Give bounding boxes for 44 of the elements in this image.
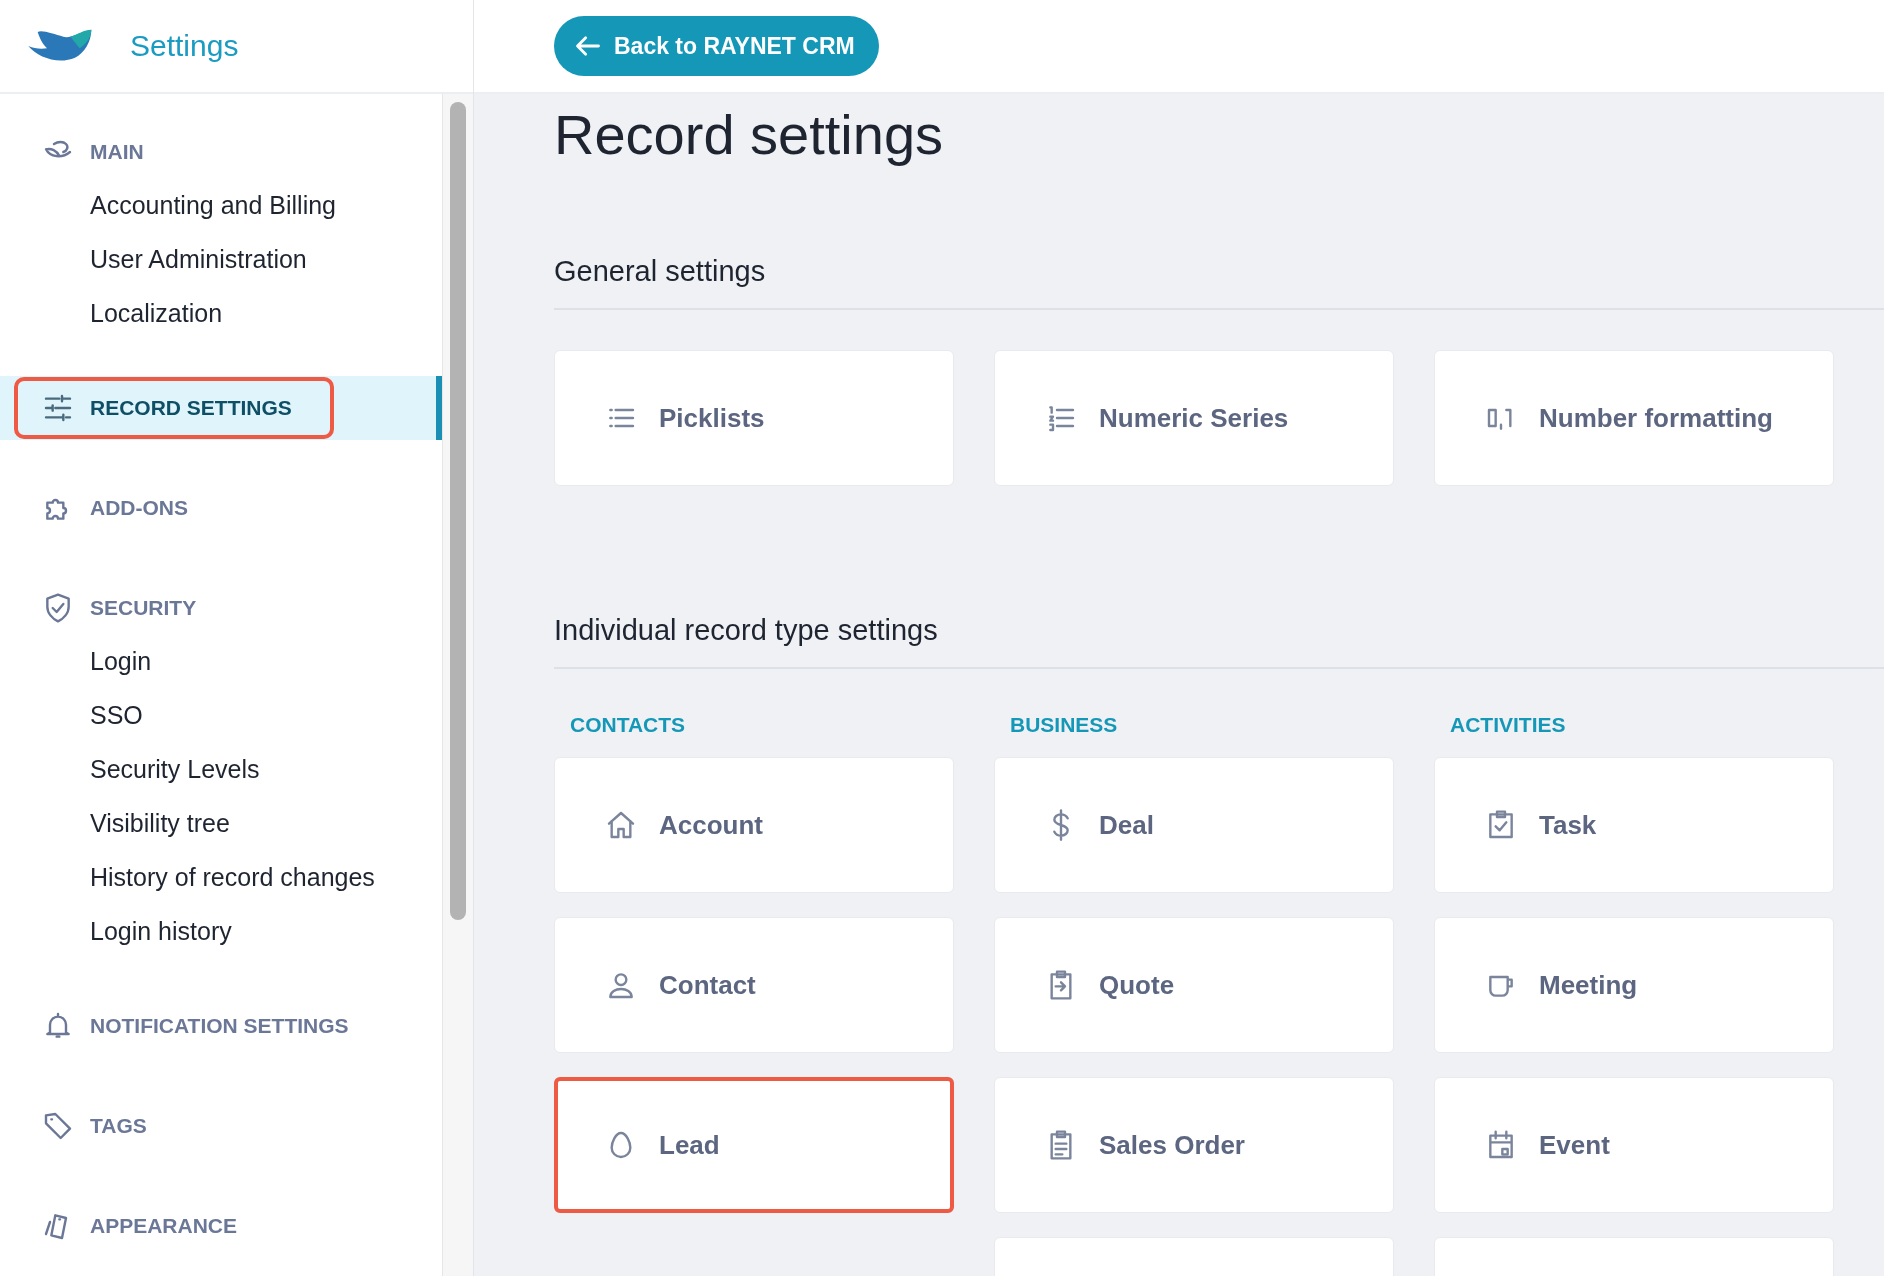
sidebar-item[interactable]: History of record changes — [0, 850, 442, 904]
section-label: TAGS — [90, 1114, 147, 1138]
section-heading: General settings — [554, 255, 1884, 310]
settings-card[interactable]: Task — [1434, 757, 1834, 893]
sidebar-item[interactable]: Localization — [0, 286, 442, 340]
settings-card[interactable]: Deal — [994, 757, 1394, 893]
settings-card[interactable]: Lead — [554, 1077, 954, 1213]
sidebar-section[interactable]: RECORD SETTINGS — [0, 376, 442, 440]
section-label: NOTIFICATION SETTINGS — [90, 1014, 349, 1038]
settings-card[interactable]: Picklists — [554, 350, 954, 486]
sidebar-item[interactable]: SSO — [0, 688, 442, 742]
sidebar-section[interactable]: APPEARANCE — [0, 1194, 442, 1258]
page-title: Record settings — [554, 102, 945, 167]
section-label: SECURITY — [90, 596, 197, 620]
sidebar-item[interactable]: Visibility tree — [0, 796, 442, 850]
back-button[interactable]: Back to RAYNET CRM — [554, 16, 879, 76]
tag-icon — [42, 1110, 74, 1142]
sidebar-item[interactable]: Login history — [0, 904, 442, 958]
scrollbar[interactable] — [442, 94, 473, 1276]
settings-card[interactable]: Account — [554, 757, 954, 893]
settings-card[interactable]: Meeting — [1434, 917, 1834, 1053]
scrollbar-thumb[interactable] — [450, 102, 466, 920]
sidebar-section[interactable]: NOTIFICATION SETTINGS — [0, 994, 442, 1058]
house-icon — [605, 809, 637, 841]
section-label: APPEARANCE — [90, 1214, 238, 1238]
sliders-icon — [42, 392, 74, 424]
settings-card[interactable]: Numeric Series — [994, 350, 1394, 486]
section-label: ADD-ONS — [90, 496, 188, 520]
sidebar-item[interactable]: User Administration — [0, 232, 442, 286]
app-title: Settings — [130, 29, 239, 63]
settings-card[interactable]: Contact — [554, 917, 954, 1053]
settings-card[interactable]: Number formatting — [1434, 350, 1834, 486]
settings-card[interactable]: Quote — [994, 917, 1394, 1053]
settings-card[interactable]: Event — [1434, 1077, 1834, 1213]
section-heading: Individual record type settings — [554, 614, 1884, 669]
sidebar-section[interactable]: TAGS — [0, 1094, 442, 1158]
column-heading: ACTIVITIES — [1449, 713, 1567, 737]
section-label: RECORD SETTINGS — [90, 396, 292, 420]
section-label: MAIN — [90, 140, 144, 164]
sidebar-section[interactable]: ADD-ONS — [0, 476, 442, 540]
column-heading: BUSINESS — [1009, 713, 1119, 737]
sidebar-item[interactable]: Security Levels — [0, 742, 442, 796]
column-heading: CONTACTS — [569, 713, 687, 737]
settings-card[interactable]: Sales Order — [994, 1077, 1394, 1213]
